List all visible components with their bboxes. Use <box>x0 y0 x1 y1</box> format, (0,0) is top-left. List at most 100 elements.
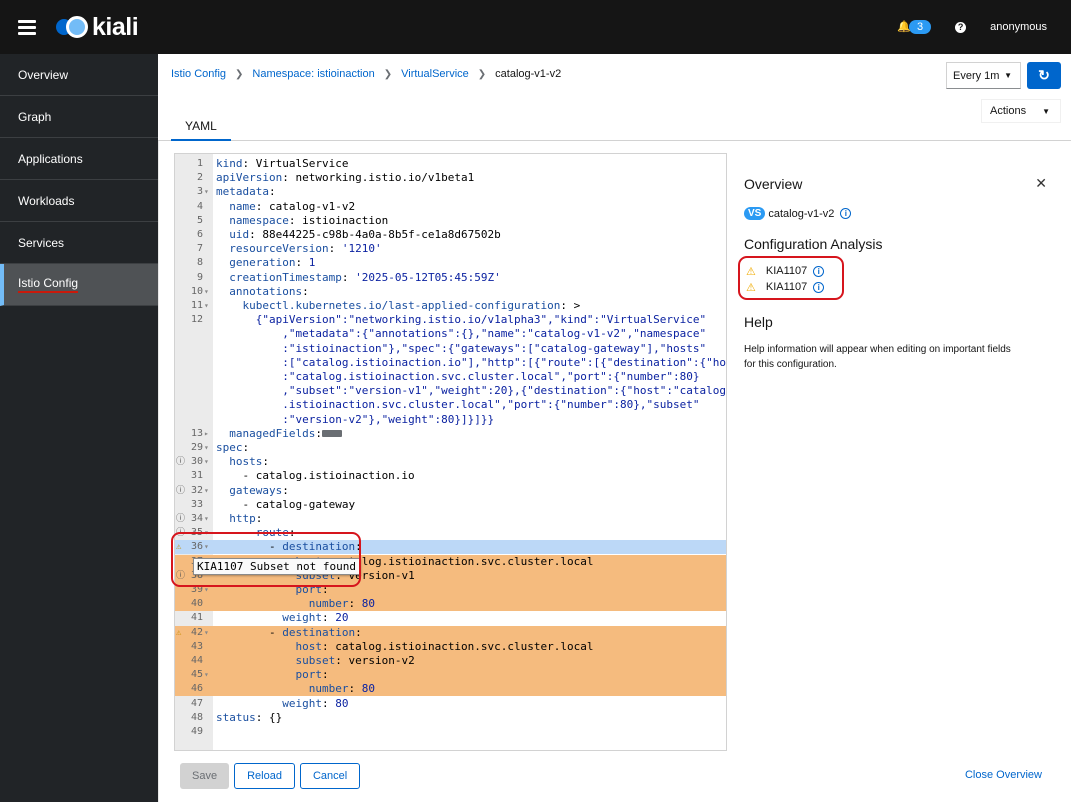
masthead: kiali 🔔 3 ? anonymous <box>0 0 1071 54</box>
code-text: - destination: <box>216 625 362 639</box>
breadcrumb-istio-config[interactable]: Istio Config <box>171 68 226 80</box>
line-number: 6 <box>196 229 203 240</box>
code-line[interactable]: 29 ▾ spec: <box>175 441 726 455</box>
reload-button[interactable]: Reload <box>234 763 295 789</box>
code-line[interactable]: :"catalog.istioinaction.svc.cluster.loca… <box>175 370 726 384</box>
refresh-button[interactable]: ↻ <box>1027 62 1061 89</box>
code-line[interactable]: 32 ▾ ⓘ gateways: <box>175 484 726 498</box>
code-line[interactable]: 44 subset: version-v2 <box>175 654 726 668</box>
fold-toggle-icon[interactable]: ▸ <box>204 427 212 441</box>
code-line[interactable]: 2 apiVersion: networking.istio.io/v1beta1 <box>175 171 726 185</box>
fold-toggle-icon[interactable]: ▾ <box>204 626 212 640</box>
tab-bar: YAML <box>171 115 231 142</box>
code-text: host: catalog.istioinaction.svc.cluster.… <box>295 639 594 653</box>
code-line[interactable]: 11 ▾ kubectl.kubernetes.io/last-applied-c… <box>175 299 726 313</box>
kiali-logo-icon <box>56 16 90 38</box>
fold-toggle-icon[interactable]: ▾ <box>204 285 212 299</box>
tab-yaml[interactable]: YAML <box>171 115 231 142</box>
code-line[interactable]: 1 kind: VirtualService <box>175 157 726 171</box>
line-number: 45 <box>190 669 203 681</box>
sidebar-item-graph[interactable]: Graph <box>0 96 158 138</box>
code-line[interactable]: 5 namespace: istioinaction <box>175 214 726 228</box>
code-line[interactable]: 13 ▸ managedFields: <box>175 427 726 441</box>
code-line[interactable]: 31 - catalog.istioinaction.io <box>175 469 726 483</box>
code-line[interactable]: 7 resourceVersion: '1210' <box>175 242 726 256</box>
code-line[interactable]: ,"metadata":{"annotations":{},"name":"ca… <box>175 327 726 341</box>
help-icon[interactable]: ? <box>955 21 967 33</box>
fold-toggle-icon[interactable]: ▾ <box>204 299 212 313</box>
code-line[interactable]: 41 weight: 20 <box>175 611 726 625</box>
code-line[interactable]: :["catalog.istioinaction.io"],"http":[{"… <box>175 355 727 370</box>
info-icon[interactable]: ⓘ <box>176 455 185 469</box>
code-text: :["catalog.istioinaction.io"],"http":[{"… <box>282 355 727 369</box>
code-line[interactable]: 48 status: {} <box>175 711 726 725</box>
code-line[interactable]: 33 - catalog-gateway <box>175 498 726 512</box>
code-line[interactable]: ,"subset":"version-v1","weight":20},{"de… <box>175 384 726 398</box>
code-line[interactable]: 43 host: catalog.istioinaction.svc.clust… <box>175 639 726 654</box>
line-number: 11 <box>190 300 203 311</box>
line-number: 2 <box>196 172 203 184</box>
code-line[interactable]: 40 number: 80 <box>175 597 726 612</box>
code-line[interactable]: 3 ▾ metadata: <box>175 185 726 199</box>
code-line[interactable]: 42 ▾ ⚠ - destination: <box>175 625 726 640</box>
sidebar-item-applications[interactable]: Applications <box>0 138 158 180</box>
code-line[interactable]: 30 ▾ ⓘ hosts: <box>175 455 726 469</box>
warning-icon[interactable]: ⚠ <box>176 626 181 640</box>
close-overview-link[interactable]: Close Overview <box>965 769 1042 781</box>
breadcrumb-virtualservice[interactable]: VirtualService <box>401 68 469 80</box>
sidebar-item-overview[interactable]: Overview <box>0 54 158 96</box>
save-button[interactable]: Save <box>180 763 230 789</box>
code-line[interactable]: 34 ▾ ⓘ http: <box>175 512 726 526</box>
sidebar-item-label: Applications <box>18 151 83 166</box>
fold-toggle-icon[interactable]: ▾ <box>204 441 212 455</box>
line-number: 33 <box>190 498 203 510</box>
actions-dropdown[interactable]: Actions ▼ <box>981 99 1061 123</box>
sidebar-item-istio-config[interactable]: Istio Config <box>0 264 158 306</box>
kiali-logo[interactable]: kiali <box>56 13 139 42</box>
code-text: - catalog.istioinaction.io <box>216 469 415 483</box>
info-icon[interactable]: i <box>840 208 852 219</box>
code-line[interactable]: .istioinaction.svc.cluster.local","port"… <box>175 398 726 412</box>
fold-toggle-icon[interactable]: ▾ <box>204 185 212 199</box>
analysis-list: ⚠ KIA1107 i ⚠ KIA1107 i <box>738 256 1047 300</box>
fold-toggle-icon[interactable]: ▾ <box>204 512 212 526</box>
code-text: annotations: <box>229 284 309 298</box>
code-line[interactable]: 4 name: catalog-v1-v2 <box>175 200 726 214</box>
code-line[interactable]: :"version-v2"},"weight":80}]}]}} <box>175 413 726 427</box>
hamburger-menu-icon[interactable] <box>18 17 36 38</box>
notification-badge[interactable]: 3 <box>909 20 932 34</box>
code-line[interactable]: 12 {"apiVersion":"networking.istio.io/v1… <box>175 313 726 327</box>
code-text: ,"metadata":{"annotations":{},"name":"ca… <box>282 327 707 341</box>
code-text: subset: version-v2 <box>295 654 415 667</box>
code-line[interactable]: 46 number: 80 <box>175 682 726 697</box>
fold-toggle-icon[interactable]: ▾ <box>204 455 212 469</box>
fold-toggle-icon[interactable]: ▾ <box>204 668 212 682</box>
bell-icon[interactable]: 🔔 <box>897 21 911 33</box>
sidebar-item-services[interactable]: Services <box>0 222 158 264</box>
info-icon[interactable]: ⓘ <box>176 512 185 526</box>
code-line[interactable]: 9 creationTimestamp: '2025-05-12T05:45:5… <box>175 271 726 285</box>
code-text: .istioinaction.svc.cluster.local","port"… <box>282 398 700 412</box>
refresh-interval-select[interactable]: Every 1m ▼ <box>946 62 1021 89</box>
code-line[interactable]: 45 ▾ port: <box>175 668 726 683</box>
fold-toggle-icon[interactable]: ▾ <box>204 484 212 498</box>
yaml-editor[interactable]: 1 kind: VirtualService 2 apiVersion: networ… <box>174 153 727 751</box>
close-icon[interactable]: ✕ <box>1035 175 1047 192</box>
refresh-interval-value: Every 1m <box>953 69 1000 82</box>
line-number: 29 <box>190 442 203 453</box>
code-line[interactable]: 10 ▾ annotations: <box>175 284 726 299</box>
sidebar-item-workloads[interactable]: Workloads <box>0 180 158 222</box>
cancel-button[interactable]: Cancel <box>299 763 361 789</box>
analysis-title: Configuration Analysis <box>744 236 883 252</box>
code-text: generation: 1 <box>229 256 316 270</box>
code-text: weight: 20 <box>282 611 349 625</box>
code-line[interactable]: 6 uid: 88e44225-c98b-4a0a-8b5f-ce1a8d675… <box>175 228 726 242</box>
breadcrumb-namespace[interactable]: Namespace: istioinaction <box>252 68 374 80</box>
code-line[interactable]: 49 <box>175 725 726 739</box>
user-menu[interactable]: anonymous <box>990 21 1047 33</box>
code-line[interactable]: 8 generation: 1 <box>175 256 726 270</box>
code-line[interactable]: :"istioinaction"},"spec":{"gateways":["c… <box>175 342 726 356</box>
code-line[interactable]: 47 weight: 80 <box>175 697 726 711</box>
editor-actions: Save Reload Cancel <box>180 763 361 789</box>
info-icon[interactable]: ⓘ <box>176 484 185 498</box>
